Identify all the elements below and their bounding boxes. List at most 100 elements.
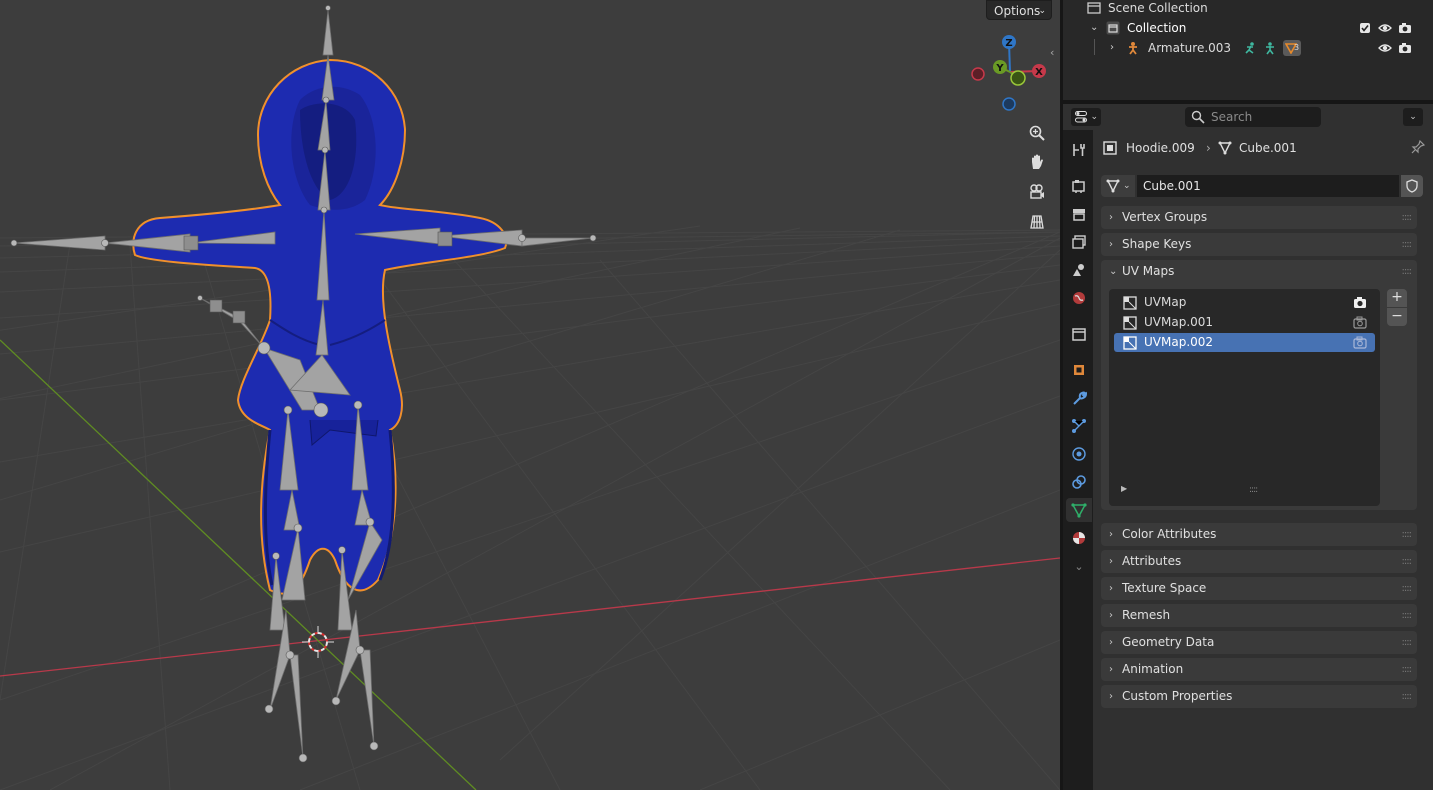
- options-button[interactable]: Options ⌄: [986, 0, 1052, 20]
- drag-grip-icon[interactable]: ::::: [1402, 685, 1413, 708]
- panel-vertex-groups[interactable]: › Vertex Groups ::::: [1101, 206, 1417, 229]
- chevron-right-icon: ›: [1109, 637, 1113, 648]
- tab-physics[interactable]: [1066, 442, 1092, 466]
- checkbox-icon[interactable]: [1358, 21, 1372, 35]
- mesh-datablock-browse[interactable]: ⌄: [1101, 175, 1135, 197]
- outliner-row-scene-collection[interactable]: Scene Collection: [1063, 0, 1433, 18]
- pan-hand-icon[interactable]: [1024, 149, 1050, 175]
- tab-output[interactable]: [1066, 202, 1092, 226]
- chevron-right-icon: ›: [1206, 141, 1211, 155]
- list-resize-grip-icon[interactable]: ::::: [1249, 479, 1258, 502]
- uv-map-name[interactable]: UVMap.002: [1144, 333, 1213, 352]
- add-uv-map-button[interactable]: +: [1387, 289, 1407, 307]
- eye-icon[interactable]: [1378, 21, 1392, 35]
- chevron-right-icon: ›: [1109, 239, 1113, 250]
- blender-window: Z X Y Options ⌄ ‹ Scene Collection ⌄ Col…: [0, 0, 1433, 790]
- navigation-gizmo[interactable]: Z X Y: [971, 35, 1046, 111]
- camera-render-icon[interactable]: [1353, 316, 1367, 329]
- scene-collection-label: Scene Collection: [1108, 1, 1208, 15]
- tab-collection[interactable]: [1066, 322, 1092, 346]
- uv-map-item[interactable]: UVMap.001: [1114, 313, 1375, 332]
- tab-tool[interactable]: [1066, 138, 1092, 162]
- tab-modifiers[interactable]: [1066, 386, 1092, 410]
- tab-view-layer[interactable]: [1066, 230, 1092, 254]
- chevron-right-icon[interactable]: ›: [1110, 38, 1114, 58]
- panel-geometry-data[interactable]: › Geometry Data ::::: [1101, 631, 1417, 654]
- properties-search-input[interactable]: Search: [1185, 107, 1321, 127]
- panel-color-attributes[interactable]: › Color Attributes ::::: [1101, 523, 1417, 546]
- drag-grip-icon[interactable]: ::::: [1402, 523, 1413, 546]
- chevron-right-icon: ›: [1109, 556, 1113, 567]
- camera-render-icon[interactable]: [1353, 336, 1367, 349]
- uv-map-item[interactable]: UVMap: [1114, 293, 1375, 312]
- panel-texture-space[interactable]: › Texture Space ::::: [1101, 577, 1417, 600]
- drag-grip-icon[interactable]: ::::: [1402, 604, 1413, 627]
- tab-more[interactable]: ⌄: [1066, 554, 1092, 578]
- panel-animation[interactable]: › Animation ::::: [1101, 658, 1417, 681]
- drag-grip-icon[interactable]: ::::: [1402, 631, 1413, 654]
- floor-grid: [0, 225, 1060, 790]
- tab-particles[interactable]: [1066, 414, 1092, 438]
- drag-grip-icon[interactable]: ::::: [1402, 577, 1413, 600]
- eye-icon[interactable]: [1378, 41, 1392, 55]
- sidebar-toggle-icon[interactable]: ‹: [1050, 46, 1060, 62]
- tab-world[interactable]: [1066, 286, 1092, 310]
- options-dropdown[interactable]: ⌄: [1403, 108, 1423, 126]
- chevron-down-icon[interactable]: ⌄: [1109, 260, 1117, 283]
- drag-grip-icon[interactable]: ::::: [1402, 658, 1413, 681]
- fake-user-button[interactable]: [1401, 175, 1423, 197]
- orthographic-grid-icon[interactable]: [1024, 209, 1050, 235]
- drag-grip-icon[interactable]: ::::: [1402, 550, 1413, 573]
- outliner[interactable]: Scene Collection ⌄ Collection › Armature…: [1063, 0, 1433, 102]
- tab-scene[interactable]: [1066, 258, 1092, 282]
- chevron-down-icon[interactable]: ⌄: [1090, 18, 1098, 38]
- drag-grip-icon[interactable]: ::::: [1402, 260, 1413, 283]
- panel-label: Geometry Data: [1122, 635, 1215, 649]
- camera-render-icon[interactable]: [1353, 296, 1367, 309]
- panel-custom-properties[interactable]: › Custom Properties ::::: [1101, 685, 1417, 708]
- properties-header: ⌄ Search ⌄: [1063, 104, 1433, 130]
- drag-grip-icon[interactable]: ::::: [1402, 233, 1413, 256]
- uv-map-name[interactable]: UVMap.001: [1144, 313, 1213, 332]
- panel-label[interactable]: UV Maps: [1122, 260, 1174, 283]
- armature-data-icon[interactable]: [1263, 41, 1277, 55]
- uv-map-name[interactable]: UVMap: [1144, 293, 1186, 312]
- drag-grip-icon[interactable]: ::::: [1402, 206, 1413, 229]
- search-icon: [1191, 110, 1205, 124]
- outliner-row-armature[interactable]: › Armature.003 3: [1063, 38, 1433, 58]
- tool-icon: [1073, 144, 1085, 156]
- tab-constraints[interactable]: [1066, 470, 1092, 494]
- viewport-scene[interactable]: Z X Y: [0, 0, 1060, 790]
- breadcrumb-data[interactable]: Cube.001: [1239, 138, 1297, 158]
- chevron-down-icon: ⌄: [1090, 112, 1098, 122]
- camera-view-icon[interactable]: [1024, 179, 1050, 205]
- panel-attributes[interactable]: › Attributes ::::: [1101, 550, 1417, 573]
- mesh-name-field[interactable]: Cube.001: [1137, 175, 1399, 197]
- breadcrumb-object[interactable]: Hoodie.009: [1126, 138, 1195, 158]
- collection-icon: [1106, 21, 1120, 35]
- panel-remesh[interactable]: › Remesh ::::: [1101, 604, 1417, 627]
- tab-render[interactable]: [1066, 174, 1092, 198]
- remove-uv-map-button[interactable]: −: [1387, 308, 1407, 326]
- options-label: Options: [994, 4, 1041, 18]
- editor-type-selector[interactable]: ⌄: [1071, 108, 1101, 126]
- mesh-children-badge[interactable]: 3: [1283, 40, 1301, 56]
- properties-content: Hoodie.009 › Cube.001 ⌄ Cube.001 › Verte…: [1093, 130, 1433, 790]
- pin-icon[interactable]: [1411, 140, 1425, 154]
- camera-render-icon[interactable]: [1398, 21, 1412, 35]
- tab-material[interactable]: [1066, 526, 1092, 550]
- tab-object-data[interactable]: [1066, 498, 1092, 522]
- tab-object[interactable]: [1066, 358, 1092, 382]
- properties-editor[interactable]: ⌄ Search ⌄ ⌄ Hoodie.009 › Cube.001 ⌄ Cub…: [1063, 104, 1433, 790]
- uv-map-list[interactable]: UVMap UVMap.001 UVMap.002 ▶ ::::: [1109, 289, 1380, 506]
- properties-tab-bar: ⌄: [1063, 130, 1093, 790]
- uv-map-item-selected[interactable]: UVMap.002: [1114, 333, 1375, 352]
- camera-render-icon[interactable]: [1398, 41, 1412, 55]
- pose-icon[interactable]: [1243, 41, 1257, 55]
- gizmo-x-label: X: [1035, 67, 1043, 78]
- list-options-triangle-icon[interactable]: ▶: [1121, 477, 1127, 500]
- panel-shape-keys[interactable]: › Shape Keys ::::: [1101, 233, 1417, 256]
- zoom-icon[interactable]: [1024, 120, 1050, 146]
- 3d-viewport[interactable]: Z X Y Options ⌄ ‹: [0, 0, 1060, 790]
- outliner-row-collection[interactable]: ⌄ Collection: [1063, 18, 1433, 38]
